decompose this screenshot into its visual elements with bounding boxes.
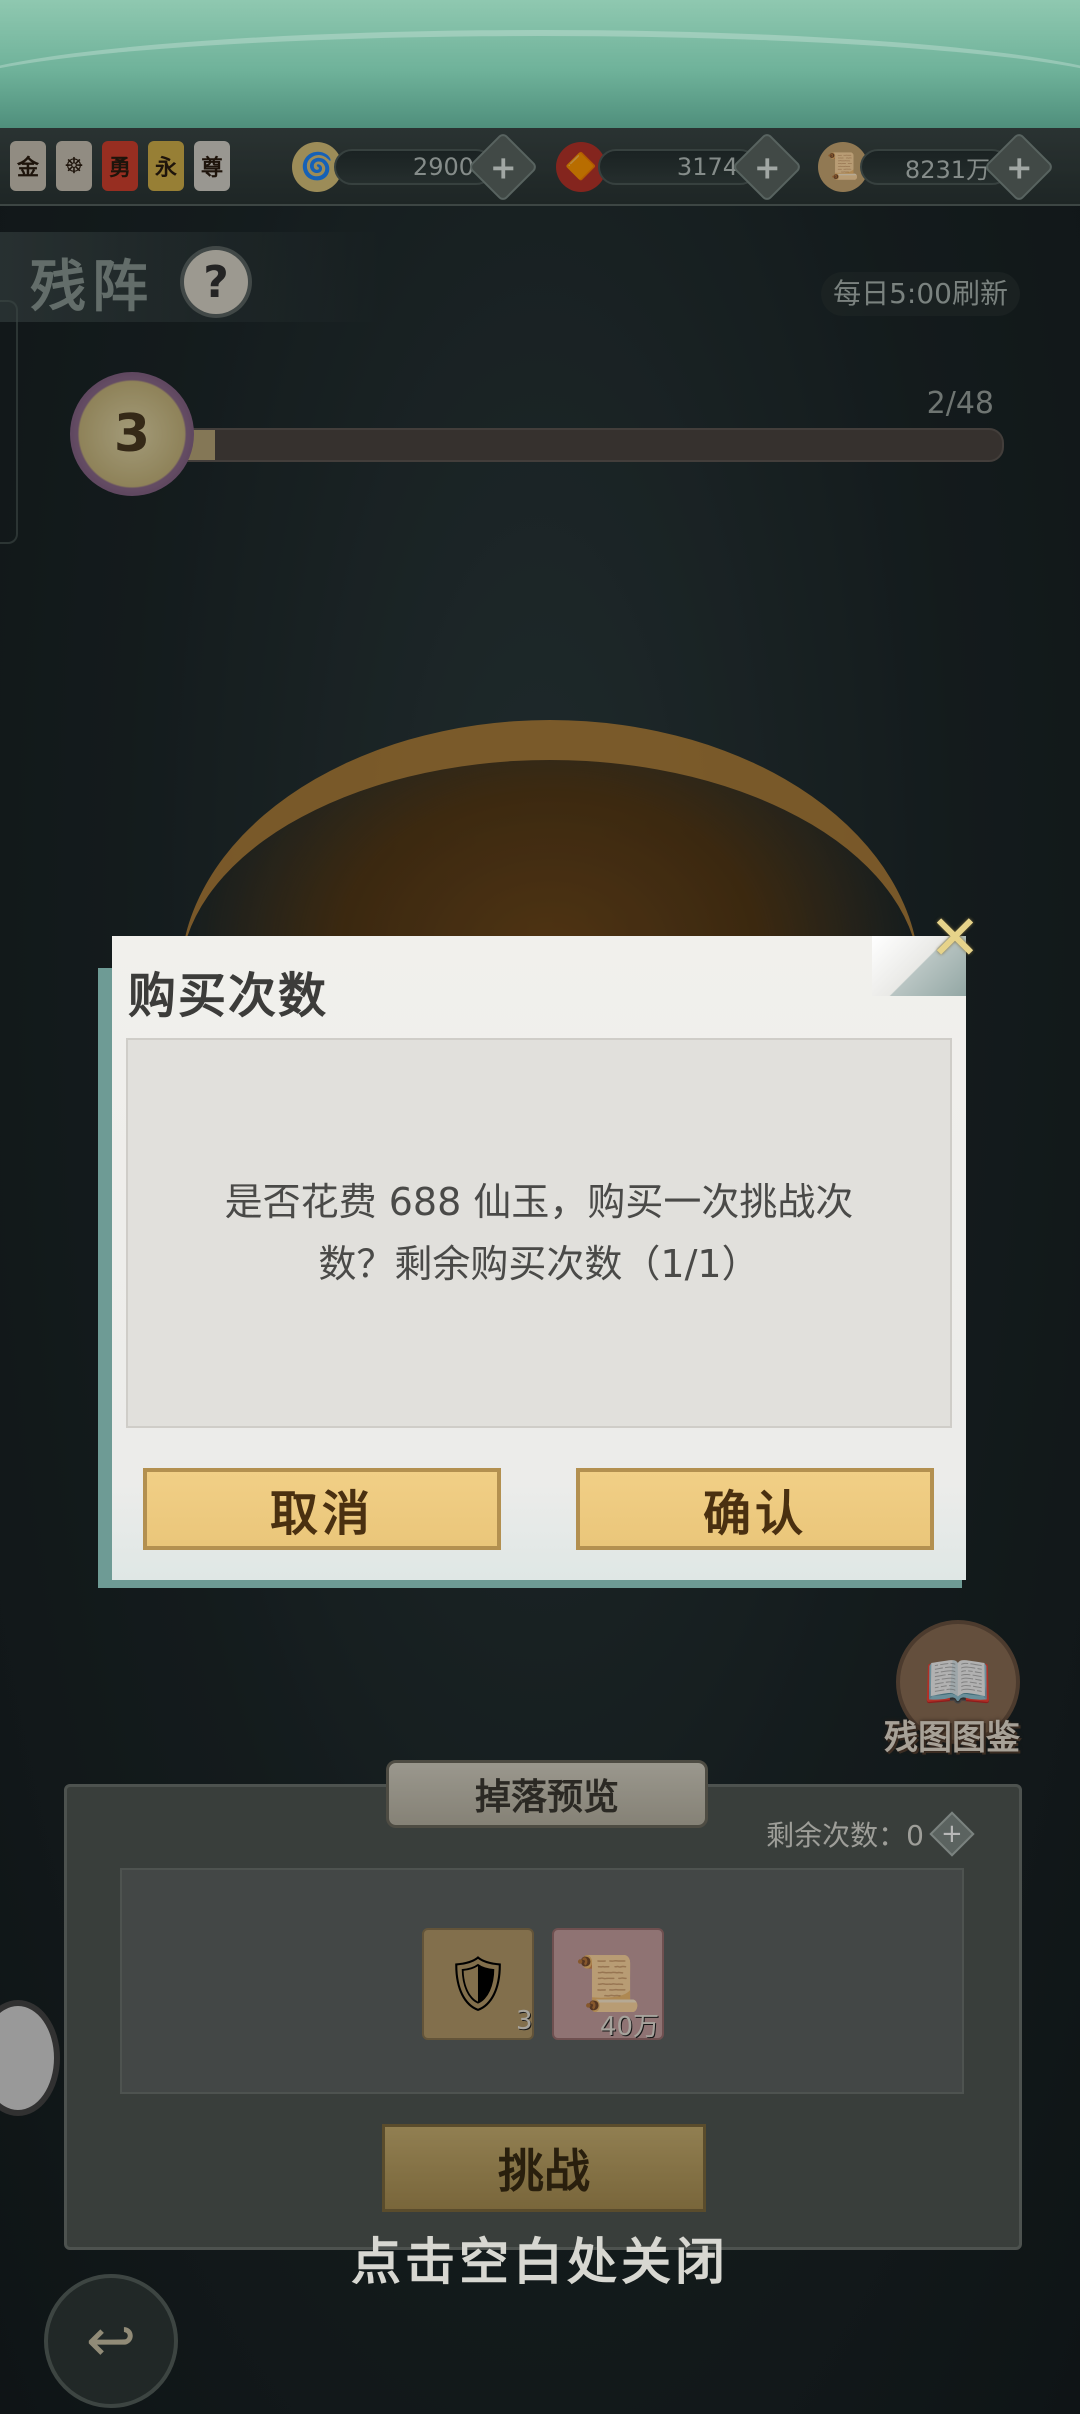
dialog-body: 是否花费 688 仙玉，购买一次挑战次 数？剩余购买次数（1/1） [126, 1038, 952, 1428]
confirm-button[interactable]: 确认 [576, 1468, 934, 1550]
close-icon[interactable]: ✕ [926, 901, 984, 974]
dialog-message: 是否花费 688 仙玉，购买一次挑战次 数？剩余购买次数（1/1） [225, 1171, 854, 1295]
dialog-message-line1: 是否花费 688 仙玉，购买一次挑战次 [224, 1180, 854, 1224]
cancel-button[interactable]: 取消 [143, 1468, 501, 1550]
dialog-message-line2: 数？剩余购买次数（1/1） [318, 1242, 760, 1286]
top-sky-banner [0, 0, 1080, 128]
dialog-title: 购买次数 [128, 968, 329, 1024]
close-hint: 点击空白处关闭 [351, 2233, 729, 2291]
